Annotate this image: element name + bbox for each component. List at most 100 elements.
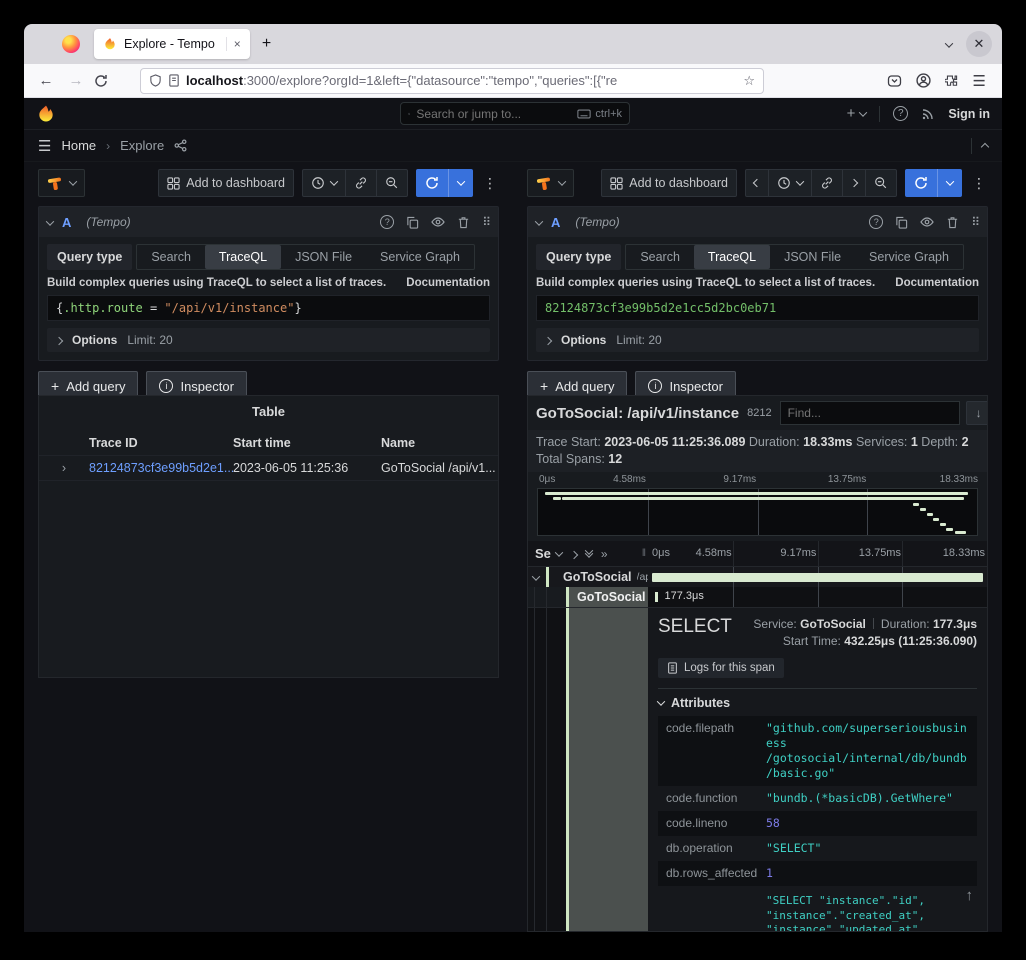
url-bar[interactable]: localhost:3000/explore?orgId=1&left={"da… bbox=[140, 68, 764, 94]
trace-id-link[interactable]: 82124873cf3e99b5d2e1... bbox=[89, 461, 233, 475]
remove-query-trash-icon[interactable] bbox=[946, 216, 959, 229]
run-query-dropdown[interactable] bbox=[448, 169, 473, 197]
trace-minimap[interactable] bbox=[537, 488, 978, 536]
span-collapse-icon[interactable] bbox=[533, 568, 539, 586]
breadcrumb-current[interactable]: Explore bbox=[120, 138, 164, 153]
add-to-dashboard-button[interactable]: Add to dashboard bbox=[601, 169, 737, 197]
documentation-link[interactable]: Documentation bbox=[895, 277, 979, 289]
tab-json-file[interactable]: JSON File bbox=[281, 245, 366, 269]
tab-traceql[interactable]: TraceQL bbox=[694, 245, 770, 269]
row-expander-icon[interactable]: › bbox=[39, 461, 89, 475]
disable-query-eye-icon[interactable] bbox=[920, 216, 934, 228]
find-input[interactable] bbox=[780, 401, 960, 425]
drag-handle-icon[interactable]: ⠿ bbox=[971, 215, 979, 229]
collapse-all-icon[interactable]: » bbox=[601, 547, 608, 561]
tab-traceql[interactable]: TraceQL bbox=[205, 245, 281, 269]
firefox-icon[interactable] bbox=[62, 35, 80, 53]
refresh-icon[interactable] bbox=[905, 169, 937, 197]
drag-handle-icon[interactable]: ⠿ bbox=[482, 215, 490, 229]
zoom-out-button[interactable] bbox=[865, 169, 897, 197]
remove-query-trash-icon[interactable] bbox=[457, 216, 470, 229]
query-help-icon[interactable]: ? bbox=[869, 215, 883, 229]
list-tabs-icon[interactable] bbox=[946, 35, 952, 53]
table-row[interactable]: › 82124873cf3e99b5d2e1... 2023-06-05 11:… bbox=[39, 455, 498, 481]
apps-grid-icon bbox=[610, 177, 623, 190]
reload-button[interactable] bbox=[94, 74, 118, 88]
window-close-button[interactable]: ✕ bbox=[966, 31, 992, 57]
new-tab-button[interactable]: + bbox=[262, 35, 271, 53]
bookmark-star-icon[interactable]: ☆ bbox=[743, 73, 755, 89]
duplicate-query-icon[interactable] bbox=[406, 216, 419, 229]
panel-title[interactable]: Table bbox=[39, 396, 498, 419]
pane-toolbar: Add to dashboard bbox=[38, 168, 499, 198]
extensions-icon[interactable] bbox=[945, 74, 959, 88]
shift-time-back-button[interactable] bbox=[745, 169, 769, 197]
query-row-header[interactable]: A (Tempo) ? ⠿ bbox=[528, 207, 987, 237]
share-icon[interactable] bbox=[174, 139, 187, 152]
traceql-editor[interactable]: {.http.route = "/api/v1/instance"} bbox=[47, 295, 490, 321]
service-operation-sort[interactable]: Se bbox=[535, 546, 562, 561]
back-button[interactable]: ← bbox=[34, 72, 58, 89]
tab-search[interactable]: Search bbox=[626, 245, 694, 269]
add-to-dashboard-button[interactable]: Add to dashboard bbox=[158, 169, 294, 197]
menu-icon[interactable]: ☰ bbox=[973, 72, 986, 90]
collapse-header-icon[interactable] bbox=[982, 137, 988, 155]
link-button[interactable] bbox=[345, 169, 377, 197]
zoom-out-button[interactable] bbox=[376, 169, 408, 197]
time-picker-button[interactable] bbox=[302, 169, 346, 197]
span-bar[interactable] bbox=[652, 573, 983, 582]
datasource-picker[interactable] bbox=[38, 169, 85, 197]
link-button[interactable] bbox=[811, 169, 843, 197]
duplicate-query-icon[interactable] bbox=[895, 216, 908, 229]
refresh-icon[interactable] bbox=[416, 169, 448, 197]
shift-time-forward-button[interactable] bbox=[842, 169, 866, 197]
disable-query-eye-icon[interactable] bbox=[431, 216, 445, 228]
grafana-logo-icon[interactable] bbox=[36, 104, 56, 124]
col-trace-id[interactable]: Trace ID bbox=[89, 436, 233, 450]
span-row-root[interactable]: GoToSocial /api/ bbox=[528, 567, 987, 587]
traceql-editor[interactable]: 82124873cf3e99b5d2e1cc5d2bc0eb71 bbox=[536, 295, 979, 321]
expand-all-icon[interactable] bbox=[586, 549, 592, 558]
scroll-to-top-icon[interactable]: ↑ bbox=[966, 887, 974, 904]
documentation-link[interactable]: Documentation bbox=[406, 277, 490, 289]
collapse-query-icon[interactable] bbox=[47, 213, 53, 231]
search-input[interactable] bbox=[416, 107, 571, 121]
pane-kebab-menu[interactable]: ⋮ bbox=[481, 175, 499, 192]
expand-one-icon[interactable] bbox=[571, 545, 577, 563]
account-icon[interactable] bbox=[916, 73, 931, 88]
options-collapse[interactable]: Options Limit: 20 bbox=[47, 328, 490, 352]
span-bar[interactable] bbox=[655, 592, 658, 602]
news-icon[interactable] bbox=[921, 107, 935, 121]
span-row-selected[interactable]: GoToSocial 177.3μs bbox=[528, 587, 987, 607]
tab-service-graph[interactable]: Service Graph bbox=[366, 245, 474, 269]
query-row-header[interactable]: A (Tempo) ? ⠿ bbox=[39, 207, 498, 237]
new-button[interactable]: + bbox=[847, 105, 867, 122]
help-icon[interactable]: ? bbox=[893, 106, 908, 121]
pane-kebab-menu[interactable]: ⋮ bbox=[970, 175, 988, 192]
col-start-time[interactable]: Start time bbox=[233, 436, 381, 450]
search-box[interactable]: ctrl+k bbox=[400, 102, 630, 125]
mega-menu-icon[interactable]: ☰ bbox=[38, 137, 51, 155]
sign-in-button[interactable]: Sign in bbox=[948, 107, 990, 121]
browser-tab[interactable]: Explore - Tempo × bbox=[94, 29, 250, 59]
find-next-button[interactable]: ↓ bbox=[966, 401, 988, 425]
pocket-icon[interactable] bbox=[887, 74, 902, 88]
run-query-button[interactable] bbox=[905, 169, 962, 197]
time-picker-button[interactable] bbox=[768, 169, 812, 197]
col-name[interactable]: Name bbox=[381, 436, 498, 450]
tab-json-file[interactable]: JSON File bbox=[770, 245, 855, 269]
breadcrumb-home[interactable]: Home bbox=[61, 138, 96, 153]
tab-search[interactable]: Search bbox=[137, 245, 205, 269]
forward-button[interactable]: → bbox=[64, 72, 88, 89]
query-help-icon[interactable]: ? bbox=[380, 215, 394, 229]
options-collapse[interactable]: Options Limit: 20 bbox=[536, 328, 979, 352]
logs-for-span-button[interactable]: Logs for this span bbox=[658, 658, 784, 678]
tab-close-icon[interactable]: × bbox=[226, 37, 241, 51]
collapse-query-icon[interactable] bbox=[536, 213, 542, 231]
tab-service-graph[interactable]: Service Graph bbox=[855, 245, 963, 269]
datasource-picker[interactable] bbox=[527, 169, 574, 197]
run-query-button[interactable] bbox=[416, 169, 473, 197]
column-resizer[interactable]: ‖ bbox=[642, 548, 646, 559]
run-query-dropdown[interactable] bbox=[937, 169, 962, 197]
attributes-collapse[interactable]: Attributes bbox=[658, 696, 977, 710]
